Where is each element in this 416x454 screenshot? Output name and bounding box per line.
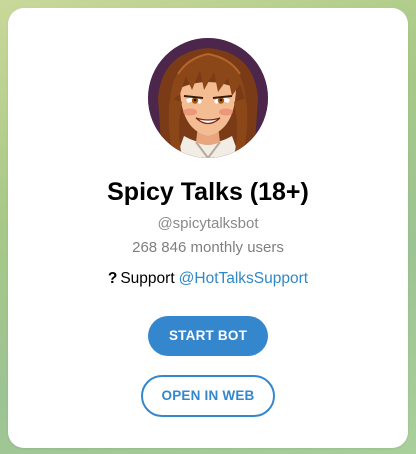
start-bot-button[interactable]: START BOT <box>148 316 268 356</box>
bot-username: @spicytalksbot <box>157 215 259 232</box>
support-label: Support <box>120 270 175 287</box>
bot-avatar[interactable] <box>148 38 268 158</box>
support-line: ? Support @HotTalksSupport <box>8 270 408 288</box>
bot-title: Spicy Talks (18+) <box>107 178 309 206</box>
question-mark-icon: ? <box>107 270 118 287</box>
bot-profile-card: Spicy Talks (18+) @spicytalksbot 268 846… <box>8 8 408 448</box>
open-in-web-button[interactable]: OPEN IN WEB <box>141 375 275 417</box>
support-link[interactable]: @HotTalksSupport <box>179 270 308 287</box>
anime-girl-avatar-icon <box>148 38 268 158</box>
monthly-users-count: 268 846 monthly users <box>132 239 284 256</box>
